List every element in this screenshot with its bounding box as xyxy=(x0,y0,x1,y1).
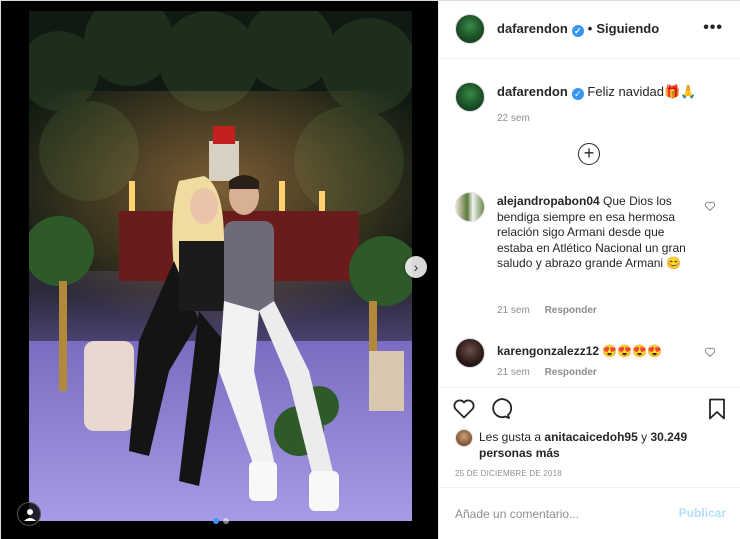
carousel-next-button[interactable]: › xyxy=(405,256,427,278)
comment-item: karengonzalezz12 😍😍😍😍 21 sem Responder xyxy=(439,338,740,387)
commenter-username[interactable]: karengonzalezz12 xyxy=(497,344,599,358)
verified-badge-icon: ✓ xyxy=(571,88,584,100)
comment-item: alejandropabon04 Que Dios los bendiga si… xyxy=(439,192,740,322)
comment-input[interactable] xyxy=(455,504,665,524)
comment-text: karengonzalezz12 😍😍😍😍 xyxy=(497,344,697,360)
author-username[interactable]: dafarendon xyxy=(497,21,568,36)
load-more-comments-button[interactable]: + xyxy=(578,143,600,165)
comment-bubble-icon[interactable] xyxy=(488,397,512,421)
commenter-username[interactable]: alejandropabon04 xyxy=(497,194,600,208)
carousel-dot-active xyxy=(213,518,219,524)
follow-status-button[interactable]: Siguiendo xyxy=(596,21,659,36)
media-panel: › xyxy=(1,1,438,539)
separator-dot: • xyxy=(587,21,593,36)
caption-avatar[interactable] xyxy=(455,82,485,112)
post-side-panel: dafarendon ✓ • Siguiendo ••• dafarendon ✓ Fe… xyxy=(438,1,740,539)
like-comment-heart-icon[interactable] xyxy=(704,346,716,358)
carousel-indicator xyxy=(213,518,229,524)
like-heart-icon[interactable] xyxy=(452,397,476,421)
like-comment-heart-icon[interactable] xyxy=(704,200,716,212)
more-options-icon[interactable]: ••• xyxy=(703,19,723,37)
caption-timestamp[interactable]: 22 sem xyxy=(497,113,530,124)
post-photo[interactable] xyxy=(29,11,412,521)
comment-timestamp[interactable]: 21 sem xyxy=(497,305,530,316)
commenter-avatar[interactable] xyxy=(455,192,485,222)
reply-button[interactable]: Responder xyxy=(545,305,597,316)
comment-timestamp[interactable]: 21 sem xyxy=(497,367,530,378)
add-comment-bar: Publicar xyxy=(439,487,740,539)
comment-meta: 21 sem Responder xyxy=(497,305,609,316)
post-actions: Les gusta a anitacaicedoh95 y 30.249 per… xyxy=(439,387,740,502)
save-bookmark-icon[interactable] xyxy=(705,397,729,421)
publish-comment-button[interactable]: Publicar xyxy=(679,506,726,520)
instagram-post: › dafarendon✓•Siguiendo ••• dafarendo xyxy=(0,0,740,539)
comments-list: dafarendon ✓ Feliz navidad🎁🙏 22 sem + ale… xyxy=(439,60,740,387)
author-line: dafarendon ✓ • Siguiendo xyxy=(497,21,659,37)
caption-username[interactable]: dafarendon xyxy=(497,84,568,99)
comment-meta: 21 sem Responder xyxy=(497,367,609,378)
post-date[interactable]: 25 de diciembre de 2018 xyxy=(455,469,562,478)
post-header: dafarendon ✓ • Siguiendo ••• xyxy=(439,1,740,59)
photo-illustration xyxy=(29,11,412,521)
caption-body: Feliz navidad🎁🙏 xyxy=(587,84,697,99)
comment-body: 😍😍😍😍 xyxy=(602,344,663,358)
liker-avatar[interactable] xyxy=(455,429,473,447)
user-tag-icon[interactable] xyxy=(17,502,41,526)
author-avatar[interactable] xyxy=(455,14,485,44)
liker-username[interactable]: anitacaicedoh95 xyxy=(544,430,637,444)
verified-badge-icon: ✓ xyxy=(571,25,584,37)
commenter-avatar[interactable] xyxy=(455,338,485,368)
caption-text: dafarendon ✓ Feliz navidad🎁🙏 xyxy=(497,84,727,100)
reply-button[interactable]: Responder xyxy=(545,367,597,378)
carousel-dot xyxy=(223,518,229,524)
likes-middle: y xyxy=(637,430,651,444)
likes-summary: Les gusta a anitacaicedoh95 y 30.249 per… xyxy=(455,429,725,461)
comment-text: alejandropabon04 Que Dios los bendiga si… xyxy=(497,194,697,272)
likes-prefix: Les gusta a xyxy=(479,430,545,444)
